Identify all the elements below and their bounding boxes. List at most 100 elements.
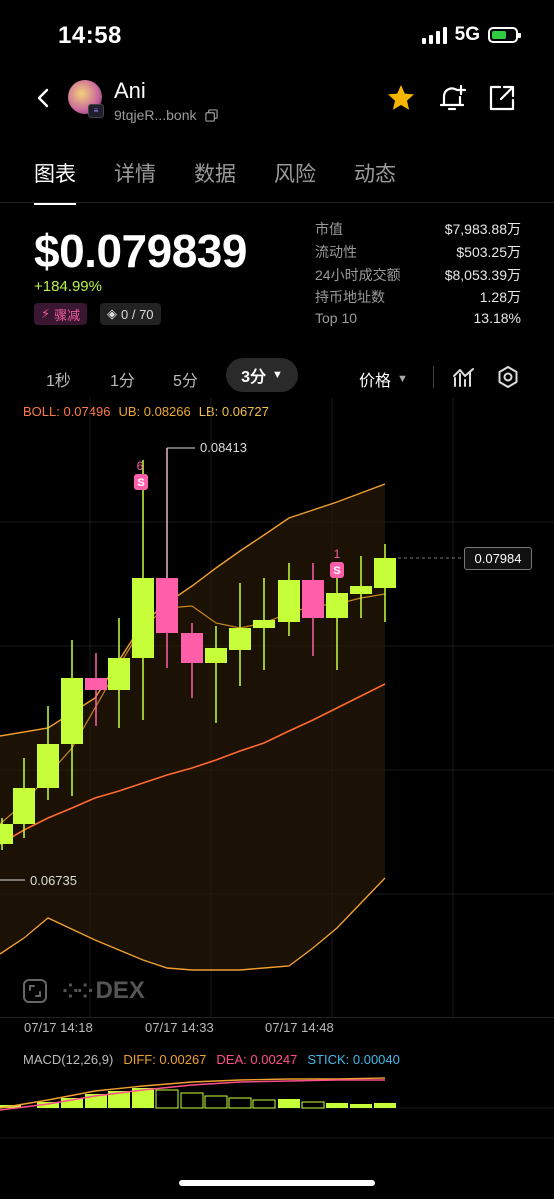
candle-body: [156, 578, 178, 633]
timeframe-3m-label: 3分: [241, 369, 266, 386]
macd-bar: [180, 1092, 204, 1109]
macd-bar: [374, 1103, 396, 1108]
candle-body: [350, 586, 372, 594]
caret-down-icon: ▼: [397, 373, 408, 385]
okx-logo-icon: ⁘⁘: [62, 980, 93, 1003]
settings-icon[interactable]: [496, 365, 520, 389]
x-axis-label: 07/17 14:33: [145, 1020, 214, 1035]
boll-band-fill: [0, 484, 385, 970]
watermark-text: DEX: [95, 977, 145, 1004]
tab-divider: [0, 202, 554, 203]
candle-body: [253, 620, 275, 628]
stats-table: 市值 $7,983.88万 流动性 $503.25万 24小时成交额 $8,053.3…: [315, 219, 521, 333]
macd-bar: [204, 1095, 228, 1109]
tab-details[interactable]: 详情: [114, 158, 156, 205]
chart-divider: [0, 1017, 554, 1018]
x-axis-label: 07/17 14:18: [24, 1020, 93, 1035]
sell-marker-count: 1: [334, 547, 341, 561]
caret-down-icon: ▼: [272, 369, 283, 381]
candle-body: [0, 824, 13, 844]
stat-row: Top 10 13.18%: [315, 310, 521, 333]
candle-body: [108, 658, 130, 690]
lightning-icon: ⚡: [41, 306, 51, 321]
stat-key: 市值: [315, 221, 343, 237]
tab-chart[interactable]: 图表: [34, 158, 76, 205]
stat-key: 持币地址数: [315, 289, 385, 306]
timeframe-1m[interactable]: 1分: [110, 367, 135, 391]
macd-diff: DIFF: 0.00267: [123, 1052, 207, 1067]
battery-icon: [488, 27, 521, 43]
candle-body: [205, 648, 227, 663]
timeframe-3m[interactable]: 3分 ▼: [226, 358, 298, 392]
share-icon[interactable]: [486, 82, 518, 114]
back-icon[interactable]: [32, 86, 56, 110]
candle-body: [85, 678, 107, 690]
candle-body: [61, 678, 83, 744]
candle-body: [229, 628, 251, 650]
status-time: 14:58: [58, 22, 122, 49]
pump-badge[interactable]: ⚡ 骤减: [34, 303, 88, 325]
token-address[interactable]: 9tqjeR...bonk: [114, 107, 218, 123]
last-price-tag: 0.07984: [464, 547, 532, 570]
macd-legend: MACD(12,26,9) DIFF: 0.00267 DEA: 0.00247…: [23, 1052, 400, 1067]
chain-icon: ≡: [88, 104, 104, 118]
price-mode-label: 价格: [359, 373, 392, 390]
pump-badge-label: 骤减: [54, 307, 81, 323]
timeframe-5m[interactable]: 5分: [173, 367, 198, 391]
macd-stick: STICK: 0.00040: [307, 1052, 400, 1067]
stat-row: 市值 $7,983.88万: [315, 219, 521, 242]
tab-risk[interactable]: 风险: [274, 158, 316, 205]
candle-body: [37, 744, 59, 788]
network-label: 5G: [454, 24, 480, 45]
candle-body: [278, 580, 300, 622]
timeframe-1s[interactable]: 1秒: [46, 367, 71, 391]
token-address-text: 9tqjeR...bonk: [114, 107, 197, 123]
price-change: +184.99%: [34, 278, 102, 295]
macd-dea: DEA: 0.00247: [216, 1052, 298, 1067]
timeframe-bar: 1秒 1分 5分 3分 ▼ 价格 ▼: [0, 358, 554, 396]
audit-badge[interactable]: ◈ 0 / 70: [100, 303, 161, 325]
toolbar-divider: [433, 366, 434, 388]
indicator-icon[interactable]: [452, 366, 476, 388]
bell-add-icon[interactable]: [436, 82, 468, 114]
stat-key: 流动性: [315, 243, 357, 260]
stat-row: 流动性 $503.25万: [315, 242, 521, 265]
tab-data[interactable]: 数据: [194, 158, 236, 205]
signal-icon: [421, 26, 447, 44]
tab-activity[interactable]: 动态: [354, 158, 396, 205]
dex-watermark: ⁘⁘ DEX: [22, 977, 145, 1005]
high-price-label: 0.08413: [200, 440, 247, 455]
macd-bar: [326, 1103, 348, 1108]
candle-body: [181, 633, 203, 663]
audit-badge-label: 0 / 70: [121, 306, 154, 322]
low-price-label: 0.06735: [30, 873, 77, 888]
stat-value: 13.18%: [473, 310, 521, 327]
x-axis-label: 07/17 14:48: [265, 1020, 334, 1035]
home-indicator[interactable]: [179, 1180, 375, 1186]
macd-bar: [301, 1101, 325, 1109]
fullscreen-icon[interactable]: [22, 978, 48, 1004]
status-indicators: 5G: [421, 24, 521, 46]
token-name: Ani: [114, 78, 146, 103]
price-mode-select[interactable]: 价格 ▼: [359, 367, 408, 391]
stat-value: $7,983.88万: [444, 221, 521, 237]
macd-bar: [228, 1097, 252, 1109]
candle-body: [302, 580, 324, 618]
stat-row: 持币地址数 1.28万: [315, 287, 521, 310]
candle-body: [326, 593, 348, 618]
stat-value: $8,053.39万: [444, 266, 521, 283]
sell-marker-count: 6: [137, 459, 144, 473]
macd-label: MACD(12,26,9): [23, 1052, 114, 1067]
stat-value: $503.25万: [456, 243, 521, 260]
candlestick-chart[interactable]: 6 S 1 S: [0, 398, 554, 1018]
current-price: $0.079839: [34, 225, 247, 277]
audit-icon: ◈: [107, 306, 117, 321]
macd-bar: [252, 1099, 276, 1109]
star-icon[interactable]: [385, 82, 417, 114]
macd-bar: [350, 1104, 372, 1108]
sell-marker-label: S: [137, 477, 144, 489]
candle-body: [13, 788, 35, 824]
macd-chart[interactable]: [0, 1070, 554, 1140]
copy-icon[interactable]: [204, 108, 218, 122]
stat-row: 24小时成交额 $8,053.39万: [315, 265, 521, 288]
